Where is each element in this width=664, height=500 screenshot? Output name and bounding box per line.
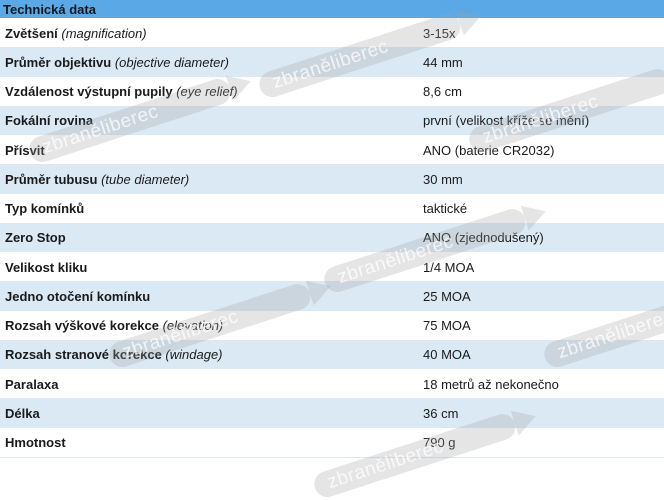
row-label-cell: Vzdálenost výstupní pupily (eye relief) [0, 84, 422, 99]
row-label: Vzdálenost výstupní pupily [5, 84, 173, 100]
table-body: Zvětšení (magnification) 3-15x Průměr obje… [0, 19, 664, 458]
row-label: Zvětšení [5, 25, 58, 41]
row-label-note: (elevation) [162, 318, 224, 334]
table-row: Rozsah stranové korekce (windage) 40 MOA [0, 340, 664, 370]
row-label-cell: Hmotnost [0, 435, 422, 450]
row-label: Velikost kliku [5, 259, 88, 275]
table-row: Zero Stop ANO (zjednodušený) [0, 223, 664, 253]
row-label-cell: Typ komínků [0, 201, 422, 216]
row-label-cell: Fokální rovina [0, 113, 422, 128]
row-value: 8,6 cm [423, 84, 463, 100]
row-label: Jedno otočení komínku [5, 288, 151, 304]
row-value: ANO (zjednodušený) [423, 230, 544, 246]
row-label: Zero Stop [5, 230, 66, 246]
row-label: Rozsah stranové korekce [5, 347, 162, 363]
table-row: Velikost kliku 1/4 MOA [0, 253, 664, 283]
row-label-cell: Délka [0, 406, 422, 421]
row-label-note: (objective diameter) [114, 54, 229, 70]
table-row: Délka 36 cm [0, 399, 664, 429]
table-row: Rozsah výškové korekce (elevation) 75 MOA [0, 311, 664, 341]
row-label-cell: Paralaxa [0, 377, 422, 392]
row-label-note: (tube diameter) [101, 171, 190, 187]
row-label-note: (windage) [165, 347, 223, 363]
row-value: ANO (baterie CR2032) [423, 142, 555, 158]
row-value: 44 mm [423, 54, 463, 70]
row-label-cell: Přísvit [0, 143, 422, 158]
row-label-note: (eye relief) [176, 84, 238, 100]
row-value: 25 MOA [423, 288, 471, 304]
row-label-cell: Zvětšení (magnification) [0, 26, 422, 41]
row-label: Fokální rovina [5, 113, 94, 129]
row-value: 40 MOA [423, 347, 471, 363]
row-label-cell: Průměr tubusu (tube diameter) [0, 172, 422, 187]
table-header: Technická data [0, 0, 664, 19]
row-label-cell: Rozsah stranové korekce (windage) [0, 347, 422, 362]
table-row: Zvětšení (magnification) 3-15x [0, 19, 664, 49]
row-label-cell: Velikost kliku [0, 260, 422, 275]
row-label: Přísvit [5, 142, 45, 158]
table-row: Typ komínků taktické [0, 194, 664, 224]
row-label: Paralaxa [5, 376, 59, 392]
row-value: 3-15x [423, 25, 456, 41]
row-value: taktické [423, 201, 468, 217]
row-label: Průměr objektivu [5, 54, 112, 70]
spec-table: Technická data Zvětšení (magnification) 3… [0, 0, 664, 458]
row-label-note: (magnification) [61, 25, 147, 41]
table-row: Hmotnost 790 g [0, 428, 664, 458]
table-row: Průměr tubusu (tube diameter) 30 mm [0, 165, 664, 195]
row-value: 1/4 MOA [423, 259, 475, 275]
row-value: 75 MOA [423, 318, 471, 334]
row-value: 18 metrů až nekonečno [423, 376, 559, 392]
row-label: Typ komínků [5, 201, 85, 217]
row-value: první (velikost kříže se mění) [423, 113, 590, 129]
row-label-cell: Průměr objektivu (objective diameter) [0, 55, 422, 70]
row-label-cell: Zero Stop [0, 230, 422, 245]
row-value: 36 cm [423, 405, 459, 421]
row-label-cell: Jedno otočení komínku [0, 289, 422, 304]
row-label: Průměr tubusu [5, 171, 98, 187]
table-row: Paralaxa 18 metrů až nekonečno [0, 370, 664, 400]
table-row: Vzdálenost výstupní pupily (eye relief) 8… [0, 77, 664, 107]
table-row: Přísvit ANO (baterie CR2032) [0, 136, 664, 166]
row-label: Délka [5, 405, 40, 421]
row-label-cell: Rozsah výškové korekce (elevation) [0, 318, 422, 333]
row-value: 30 mm [423, 171, 463, 187]
row-value: 790 g [423, 435, 456, 451]
row-label: Rozsah výškové korekce [5, 318, 159, 334]
table-row: Jedno otočení komínku 25 MOA [0, 282, 664, 312]
table-row: Fokální rovina první (velikost kříže se m… [0, 106, 664, 136]
row-label: Hmotnost [5, 435, 66, 451]
table-title: Technická data [3, 2, 96, 17]
table-row: Průměr objektivu (objective diameter) 44 … [0, 48, 664, 78]
